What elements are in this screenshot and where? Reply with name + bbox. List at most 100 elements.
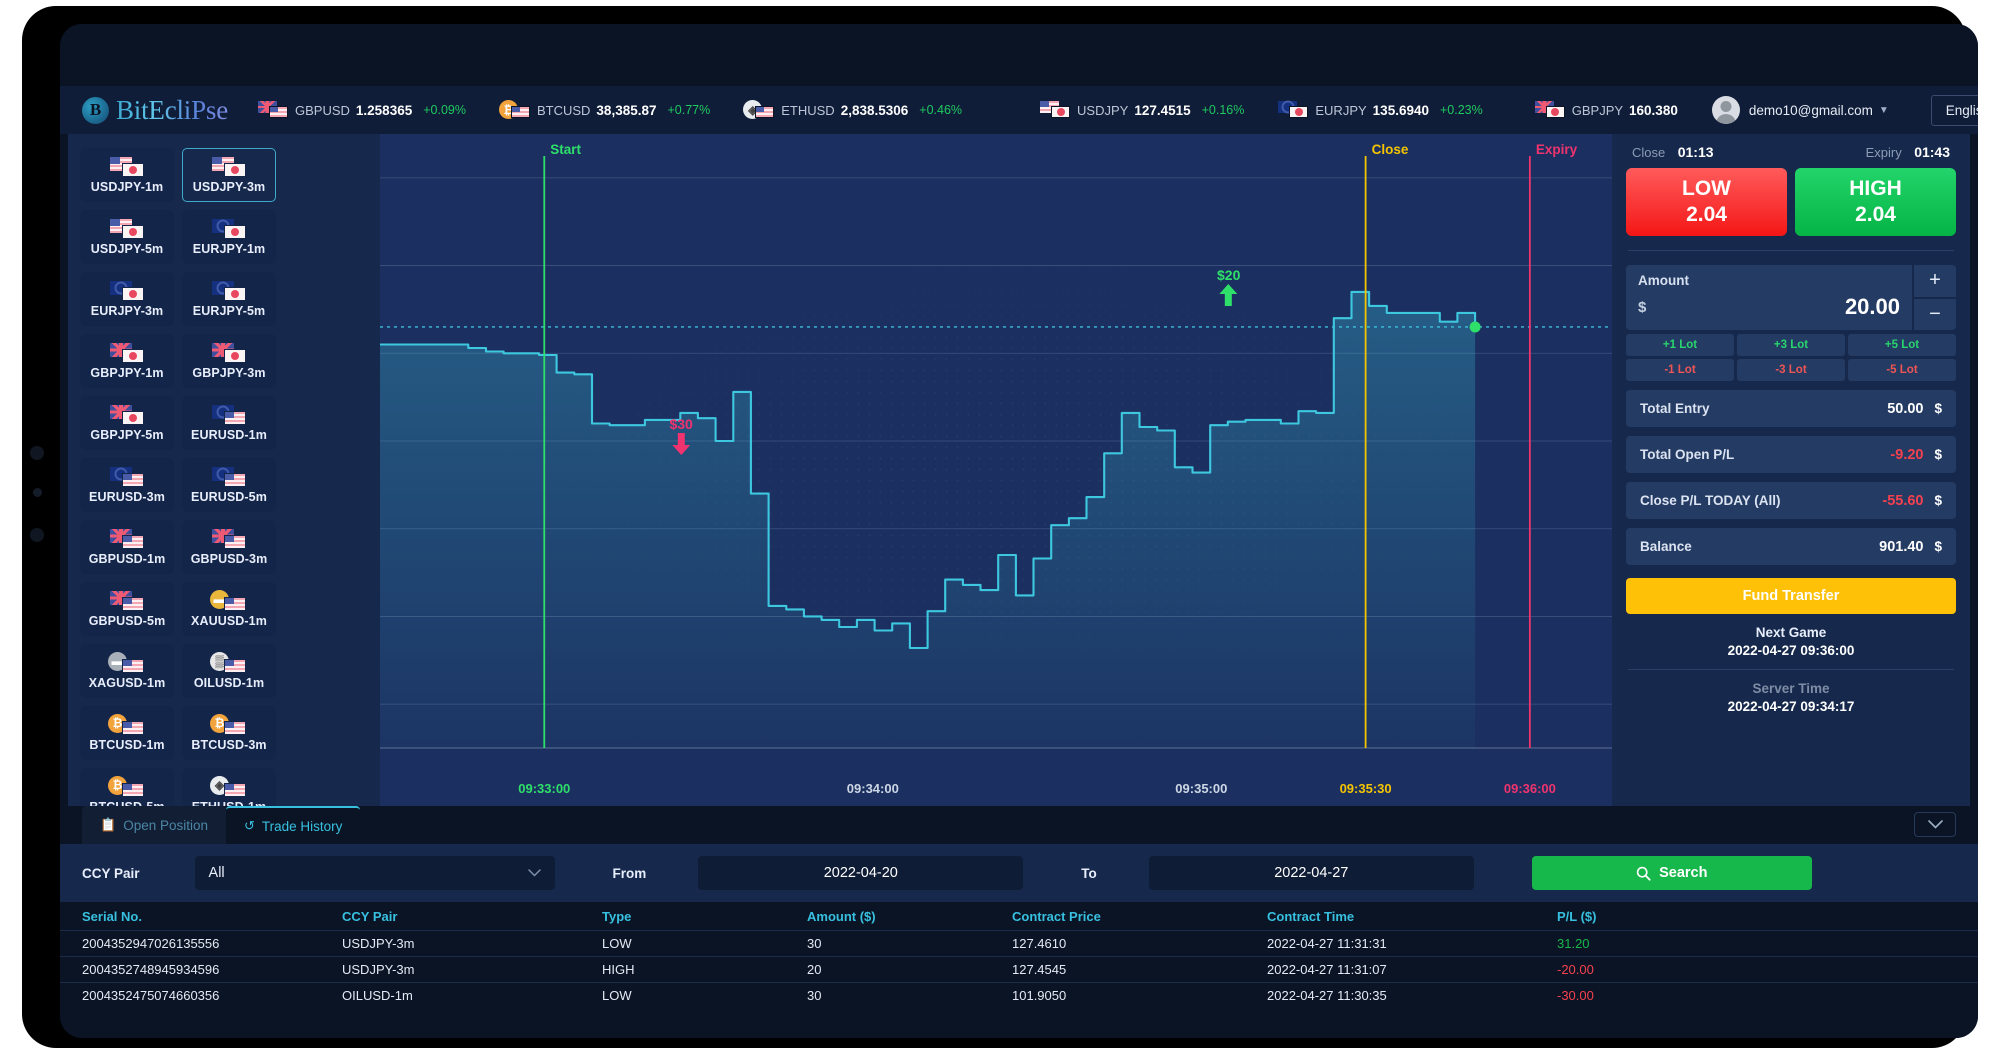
table-row[interactable]: 2004352748945934596USDJPY-3mHIGH20127.45… xyxy=(60,956,1978,982)
instrument-gbpusd-5m[interactable]: GBPUSD-5m xyxy=(80,582,174,636)
cell-amount: 20 xyxy=(807,962,1012,977)
low-button[interactable]: LOW 2.04 xyxy=(1626,168,1787,236)
logo-icon xyxy=(82,97,109,124)
ticker-flags: ₿ xyxy=(500,101,530,119)
ticker-gbpusd[interactable]: GBPUSD1.258365+0.09% xyxy=(258,101,466,119)
amount-field[interactable]: Amount $ 20.00 xyxy=(1626,265,1912,330)
instrument-gbpusd-1m[interactable]: GBPUSD-1m xyxy=(80,520,174,574)
instrument-flags xyxy=(109,405,145,426)
flag-us-icon xyxy=(224,473,246,487)
collapse-panel-button[interactable] xyxy=(1914,812,1956,837)
trade-amount-label: $20 xyxy=(1217,267,1240,283)
high-button[interactable]: HIGH 2.04 xyxy=(1795,168,1956,236)
trade-amount-label: $30 xyxy=(669,416,692,432)
ticker-price: 2,838.5306 xyxy=(841,103,909,118)
instrument-eurusd-1m[interactable]: EURUSD-1m xyxy=(182,396,276,450)
tab-open-position[interactable]: 📋Open Position xyxy=(82,806,226,844)
clipboard-icon: 📋 xyxy=(100,817,116,833)
language-selector[interactable]: English ▼ xyxy=(1931,95,1978,126)
screenshot-frame: BitEcliPse GBPUSD1.258365+0.09% ₿BTCUSD38… xyxy=(0,0,2005,1058)
ticker-bar: GBPUSD1.258365+0.09% ₿BTCUSD38,385.87+0.7… xyxy=(258,101,1712,119)
ccy-pair-select[interactable]: All xyxy=(195,856,555,890)
instrument-eurjpy-5m[interactable]: EURJPY-5m xyxy=(182,272,276,326)
x-axis-tick: 09:33:00 xyxy=(518,781,570,796)
instrument-label: BTCUSD-3m xyxy=(191,738,266,752)
ticker-ethusd[interactable]: ◈ETHUSD2,838.5306+0.46% xyxy=(744,101,962,119)
lot-button-1lot[interactable]: +1 Lot xyxy=(1626,334,1734,356)
ticker-eurjpy[interactable]: EURJPY135.6940+0.23% xyxy=(1278,101,1482,119)
lot-button-5lot[interactable]: +5 Lot xyxy=(1848,334,1956,356)
instrument-label: BTCUSD-1m xyxy=(89,738,164,752)
fund-transfer-button[interactable]: Fund Transfer xyxy=(1626,578,1956,614)
instrument-label: USDJPY-3m xyxy=(193,180,265,194)
amount-decrease-button[interactable]: − xyxy=(1914,299,1956,331)
instrument-flags xyxy=(211,219,247,240)
instrument-eurusd-5m[interactable]: EURUSD-5m xyxy=(182,458,276,512)
ticker-gbpjpy[interactable]: GBPJPY160.380 xyxy=(1535,101,1678,119)
instrument-eurusd-3m[interactable]: EURUSD-3m xyxy=(80,458,174,512)
instrument-flags xyxy=(109,591,145,612)
instrument-gbpusd-3m[interactable]: GBPUSD-3m xyxy=(182,520,276,574)
table-row[interactable]: 2004352475074660356OILUSD-1mLOW30101.905… xyxy=(60,982,1978,1008)
instrument-xagusd-1m[interactable]: ▬XAGUSD-1m xyxy=(80,644,174,698)
lot-button-5lot[interactable]: -5 Lot xyxy=(1848,359,1956,381)
stat-label: Total Entry xyxy=(1640,401,1887,416)
instrument-flags xyxy=(211,529,247,550)
instrument-eurjpy-1m[interactable]: EURJPY-1m xyxy=(182,210,276,264)
instrument-label: EURJPY-3m xyxy=(91,304,163,318)
instrument-flags xyxy=(109,157,145,178)
table-row[interactable]: 2004352947026135556USDJPY-3mLOW30127.461… xyxy=(60,930,1978,956)
stat-value: -55.60 xyxy=(1882,493,1923,509)
instrument-flags: ▬ xyxy=(109,653,145,674)
stat-label: Total Open P/L xyxy=(1640,447,1890,462)
instrument-eurjpy-3m[interactable]: EURJPY-3m xyxy=(80,272,174,326)
ticker-btcusd[interactable]: ₿BTCUSD38,385.87+0.77% xyxy=(500,101,710,119)
ticker-price: 38,385.87 xyxy=(596,103,656,118)
instrument-usdjpy-1m[interactable]: USDJPY-1m xyxy=(80,148,174,202)
instrument-oilusd-1m[interactable]: ▒OILUSD-1m xyxy=(182,644,276,698)
flag-us-icon xyxy=(269,106,288,118)
instrument-flags xyxy=(109,281,145,302)
stat-row-total-entry: Total Entry50.00$ xyxy=(1626,390,1956,427)
instrument-label: EURJPY-1m xyxy=(193,242,265,256)
instrument-btcusd-3m[interactable]: ₿BTCUSD-3m xyxy=(182,706,276,760)
ccy-pair-label: CCY Pair xyxy=(82,866,140,881)
cell-price: 101.9050 xyxy=(1012,988,1267,1003)
instrument-xauusd-1m[interactable]: ▬XAUUSD-1m xyxy=(182,582,276,636)
amount-increase-button[interactable]: + xyxy=(1914,265,1956,297)
instrument-gbpjpy-3m[interactable]: GBPJPY-3m xyxy=(182,334,276,388)
price-chart[interactable]: StartCloseExpiry$30$2009:33:0009:34:0009… xyxy=(380,134,1612,806)
instrument-btcusd-1m[interactable]: ₿BTCUSD-1m xyxy=(80,706,174,760)
tab-trade-history[interactable]: ↺Trade History xyxy=(226,806,360,844)
search-button[interactable]: Search xyxy=(1532,856,1812,890)
brand-logo[interactable]: BitEcliPse xyxy=(82,95,228,126)
stat-value: 901.40 xyxy=(1879,539,1923,555)
instrument-label: USDJPY-1m xyxy=(91,180,163,194)
account-stats: Total Entry50.00$Total Open P/L-9.20$Clo… xyxy=(1626,390,1956,565)
ticker-change: +0.09% xyxy=(423,103,466,117)
instrument-usdjpy-3m[interactable]: USDJPY-3m xyxy=(182,148,276,202)
flag-us-icon xyxy=(224,535,246,549)
instrument-gbpjpy-5m[interactable]: GBPJPY-5m xyxy=(80,396,174,450)
ccy-pair-value: All xyxy=(209,865,528,881)
x-axis-tick: 09:35:00 xyxy=(1175,781,1227,796)
instrument-usdjpy-5m[interactable]: USDJPY-5m xyxy=(80,210,174,264)
instrument-label: GBPJPY-5m xyxy=(90,428,163,442)
to-date-input[interactable]: 2022-04-27 xyxy=(1149,856,1474,890)
ticker-name: ETHUSD xyxy=(781,103,834,118)
account-menu[interactable]: demo10@gmail.com ▼ xyxy=(1712,96,1889,124)
lot-button-3lot[interactable]: -3 Lot xyxy=(1737,359,1845,381)
instrument-label: OILUSD-1m xyxy=(194,676,264,690)
lot-button-1lot[interactable]: -1 Lot xyxy=(1626,359,1734,381)
flag-us-icon xyxy=(122,783,144,797)
search-icon xyxy=(1636,866,1651,881)
low-button-label: LOW xyxy=(1682,177,1731,201)
stat-currency: $ xyxy=(1934,493,1942,508)
from-date-input[interactable]: 2022-04-20 xyxy=(698,856,1023,890)
instrument-flags xyxy=(211,467,247,488)
instrument-gbpjpy-1m[interactable]: GBPJPY-1m xyxy=(80,334,174,388)
next-game-time: 2022-04-27 09:36:00 xyxy=(1626,643,1956,658)
ticker-usdjpy[interactable]: USDJPY127.4515+0.16% xyxy=(1040,101,1244,119)
flag-us-icon xyxy=(122,721,144,735)
lot-button-3lot[interactable]: +3 Lot xyxy=(1737,334,1845,356)
